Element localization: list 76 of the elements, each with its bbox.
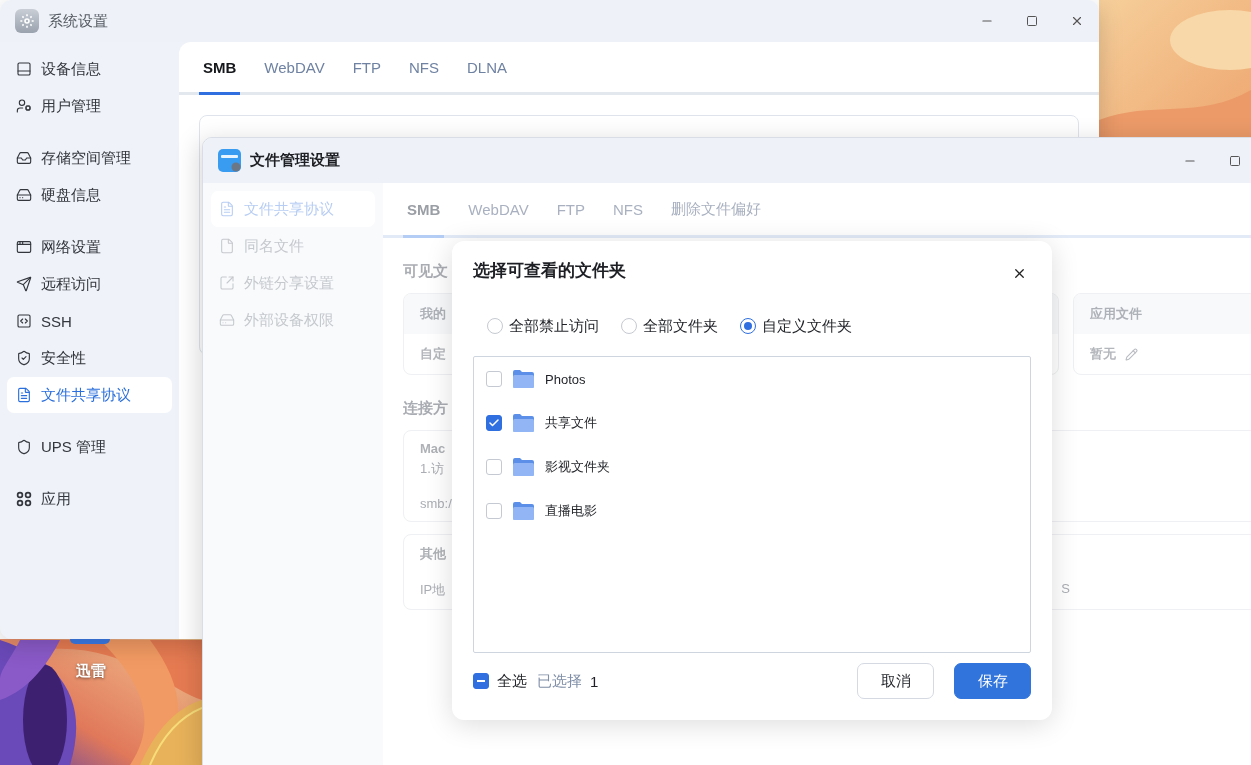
sidebar-item[interactable]: 存储空间管理 <box>7 140 172 176</box>
selected-count: 1 <box>590 672 599 690</box>
sidebar-item[interactable]: 硬盘信息 <box>7 177 172 213</box>
folder-name: 直播电影 <box>545 502 597 520</box>
card-header: 我的 <box>420 305 446 323</box>
checkbox[interactable] <box>486 503 502 519</box>
folder-icon <box>512 501 535 521</box>
select-all-label[interactable]: 全选 <box>497 671 527 691</box>
settings-app-icon <box>15 9 39 33</box>
connection-text: smb:/ <box>420 496 452 511</box>
folder-name: 影视文件夹 <box>545 458 610 476</box>
maximize-icon[interactable] <box>1229 154 1241 167</box>
window-title: 系统设置 <box>48 11 108 31</box>
window-title: 文件管理设置 <box>250 151 340 170</box>
connection-text: 1.访 <box>420 460 444 478</box>
card-value: 自定 <box>420 345 446 363</box>
maximize-icon[interactable] <box>1026 15 1038 27</box>
window-icon <box>16 239 32 255</box>
radio-label[interactable]: 全部文件夹 <box>643 316 718 336</box>
document-icon <box>16 387 32 403</box>
sidebar-item[interactable]: 文件共享协议 <box>7 377 172 413</box>
select-all-checkbox[interactable] <box>473 673 489 689</box>
close-icon[interactable] <box>1070 14 1084 28</box>
folder-icon <box>512 413 535 433</box>
radio-label[interactable]: 自定义文件夹 <box>762 316 852 336</box>
sidebar-item[interactable]: 安全性 <box>7 340 172 376</box>
code-icon <box>16 313 32 329</box>
card-title: Mac <box>420 441 446 456</box>
sidebar-item[interactable]: UPS 管理 <box>7 429 172 465</box>
file-icon <box>219 238 235 254</box>
connection-text: IP地 <box>420 581 446 599</box>
section-heading: 连接方 <box>403 399 448 418</box>
tab[interactable]: SMB <box>199 42 241 95</box>
folder-icon <box>512 457 535 477</box>
connection-text: S <box>1061 581 1070 598</box>
checkbox[interactable] <box>486 371 502 387</box>
share-icon <box>219 275 235 291</box>
dash-icon <box>477 680 485 682</box>
app-icon[interactable] <box>70 639 110 644</box>
checkbox[interactable] <box>486 459 502 475</box>
send-icon <box>16 276 32 292</box>
section-heading: 可见文 <box>403 262 448 281</box>
card-title: 其他 <box>420 545 446 563</box>
card-value: 暂无 <box>1090 345 1116 363</box>
tab[interactable]: NFS <box>405 42 443 95</box>
shield-check-icon <box>16 350 32 366</box>
card-header: 应用文件 <box>1090 305 1142 323</box>
radio-label[interactable]: 全部禁止访问 <box>509 316 599 336</box>
cancel-button[interactable]: 取消 <box>857 663 934 699</box>
checkbox[interactable] <box>486 415 502 431</box>
check-icon <box>488 417 500 429</box>
user-gear-icon <box>16 98 32 114</box>
edit-icon[interactable] <box>1125 347 1138 361</box>
tab[interactable]: WebDAV <box>260 42 329 95</box>
folder-icon <box>512 369 535 389</box>
sidebar-item[interactable]: 远程访问 <box>7 266 172 302</box>
drive-icon <box>219 312 235 328</box>
selected-label: 已选择 <box>537 671 582 691</box>
tab[interactable]: DLNA <box>463 42 511 95</box>
document-icon <box>219 201 235 217</box>
tab[interactable]: FTP <box>348 42 385 95</box>
folder-app-icon <box>218 149 241 172</box>
inbox-icon <box>16 150 32 166</box>
dialog-title: 选择可查看的文件夹 <box>473 259 626 282</box>
panel-icon <box>16 61 32 77</box>
grid-icon <box>16 491 32 507</box>
drive-icon <box>16 187 32 203</box>
folder-name: 共享文件 <box>545 414 597 432</box>
folder-name: Photos <box>545 371 586 387</box>
shield-icon <box>16 439 32 455</box>
sidebar-item[interactable]: 应用 <box>7 481 172 517</box>
save-button[interactable]: 保存 <box>954 663 1031 699</box>
sidebar-item[interactable]: 设备信息 <box>7 51 172 87</box>
sidebar-item[interactable]: 网络设置 <box>7 229 172 265</box>
sidebar-item[interactable]: 用户管理 <box>7 88 172 124</box>
sidebar-item[interactable]: SSH <box>7 303 172 339</box>
